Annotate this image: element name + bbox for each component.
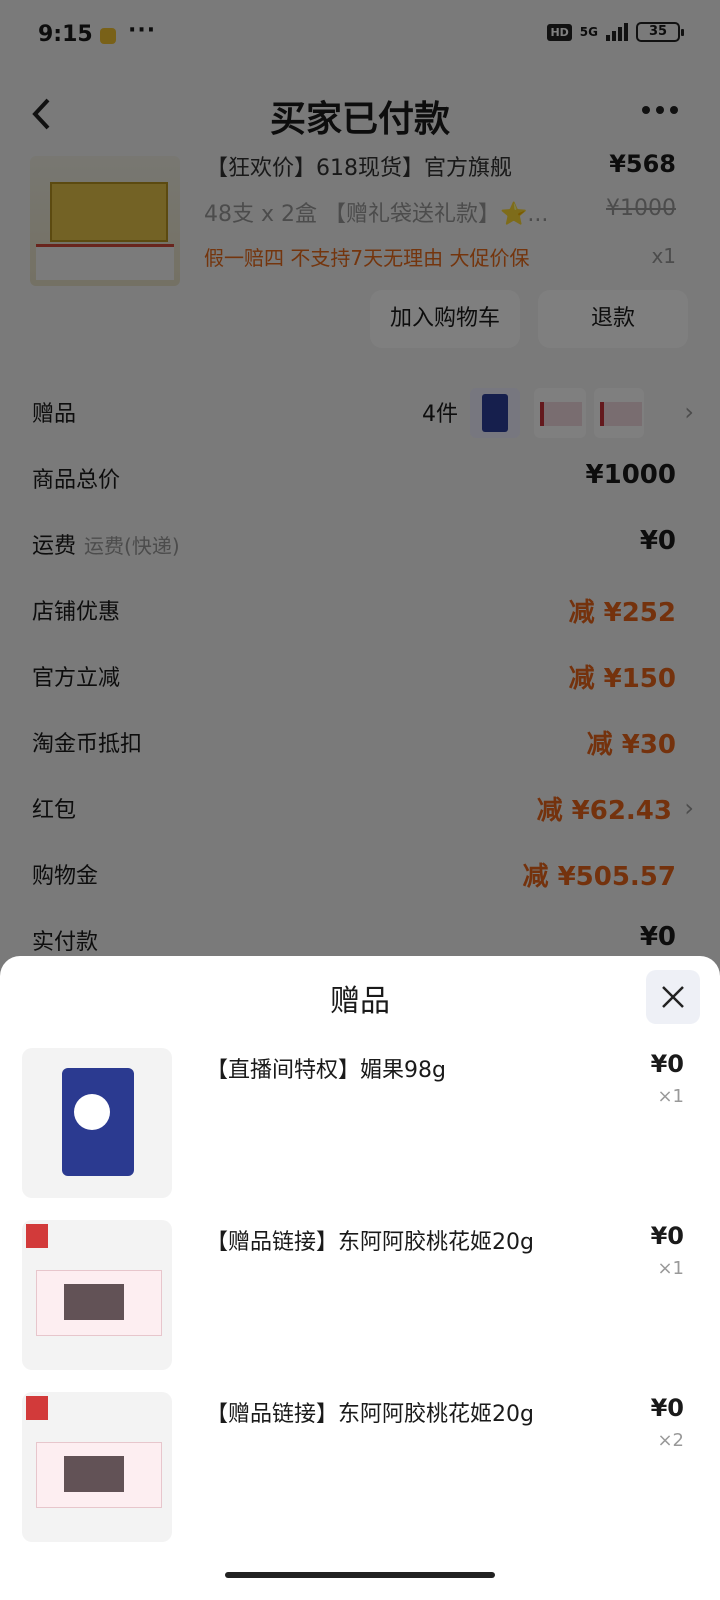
- gift-name[interactable]: 【赠品链接】东阿阿胶桃花姬20g: [206, 1224, 534, 1256]
- gift-name[interactable]: 【直播间特权】媚果98g: [206, 1052, 446, 1084]
- gift-image[interactable]: [22, 1220, 172, 1370]
- gift-image[interactable]: [22, 1048, 172, 1198]
- gift-item[interactable]: 【直播间特权】媚果98g ¥0 ×1: [0, 1048, 720, 1218]
- gift-bottom-sheet: 赠品 【直播间特权】媚果98g ¥0 ×1 【赠品链接】东阿阿胶桃花姬20g ¥…: [0, 956, 720, 1600]
- gift-price: ¥0: [650, 1394, 684, 1422]
- gift-price: ¥0: [650, 1050, 684, 1078]
- close-button[interactable]: [646, 970, 700, 1024]
- sheet-title: 赠品: [330, 984, 390, 1019]
- gift-quantity: ×1: [657, 1258, 684, 1279]
- gift-item[interactable]: 【赠品链接】东阿阿胶桃花姬20g ¥0 ×1: [0, 1220, 720, 1390]
- home-indicator[interactable]: [225, 1572, 495, 1578]
- gift-quantity: ×2: [657, 1430, 684, 1451]
- gift-price: ¥0: [650, 1222, 684, 1250]
- gift-quantity: ×1: [657, 1086, 684, 1107]
- gift-image[interactable]: [22, 1392, 172, 1542]
- gift-item[interactable]: 【赠品链接】东阿阿胶桃花姬20g ¥0 ×2: [0, 1392, 720, 1562]
- close-icon: [662, 986, 684, 1008]
- gift-name[interactable]: 【赠品链接】东阿阿胶桃花姬20g: [206, 1396, 534, 1428]
